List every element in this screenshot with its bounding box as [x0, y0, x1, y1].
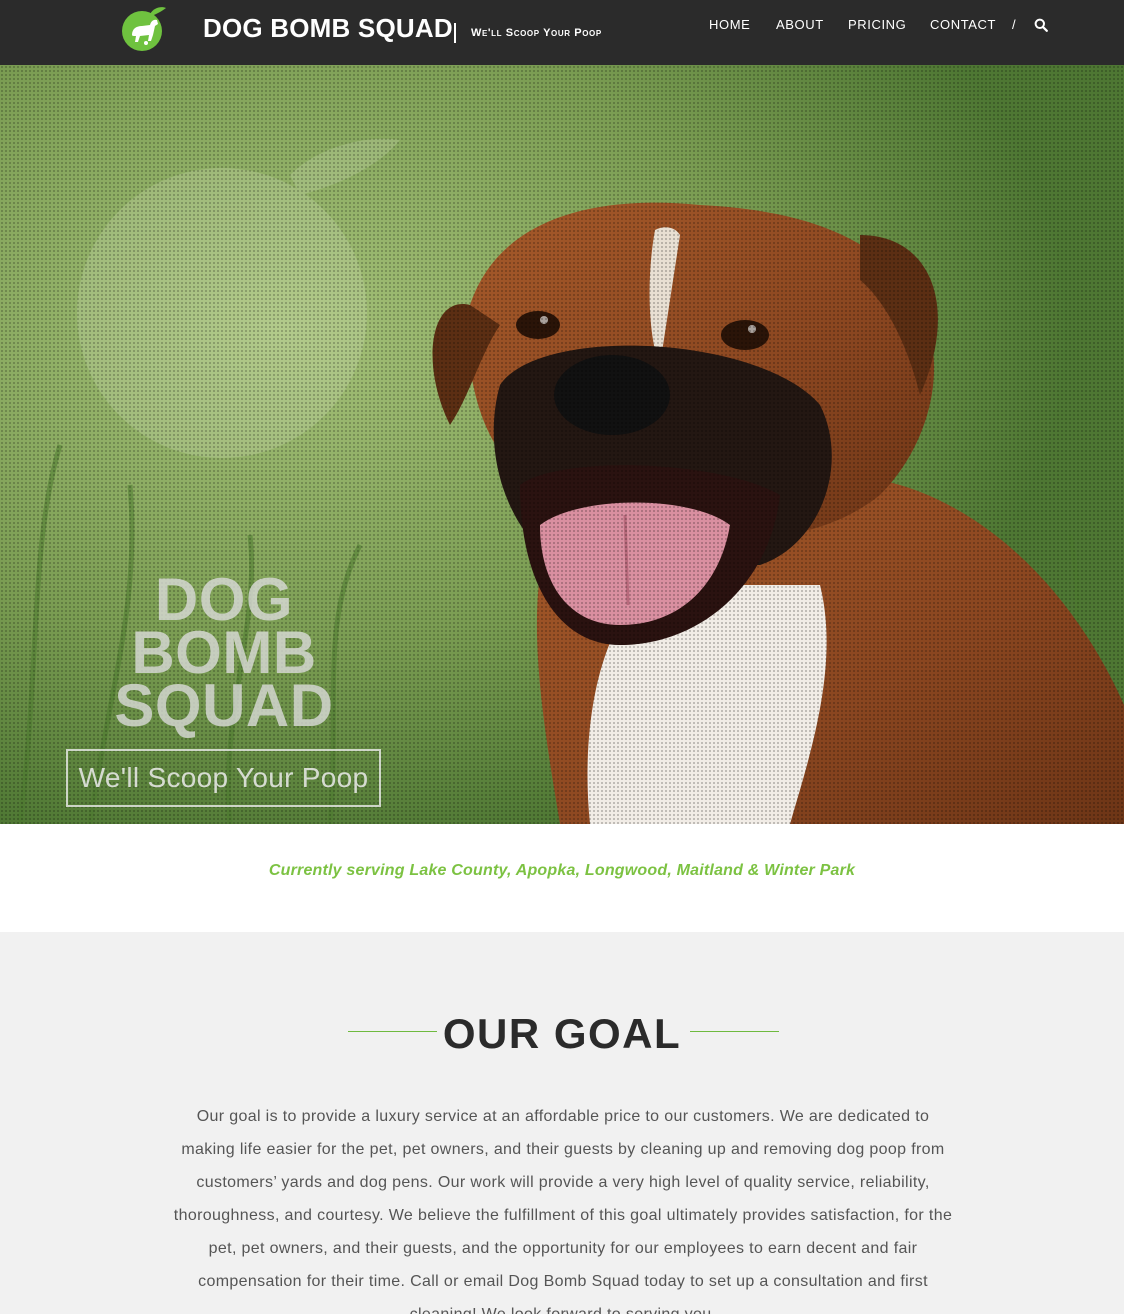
- nav-separator: /: [1012, 17, 1016, 32]
- goal-title-rule-right: [690, 1031, 779, 1032]
- goal-body-text: Our goal is to provide a luxury service …: [173, 1108, 953, 1314]
- service-area-section: Currently serving Lake County, Apopka, L…: [0, 824, 1124, 932]
- hero-title: DOG BOMB SQUAD: [96, 570, 352, 739]
- hero-cta-button[interactable]: We'll Scoop Your Poop: [66, 749, 381, 807]
- brand-divider: [454, 23, 456, 43]
- dog-apple-logo-icon[interactable]: [120, 5, 168, 51]
- search-icon[interactable]: [1034, 18, 1048, 32]
- brand-tagline: We'll Scoop Your Poop: [471, 27, 602, 39]
- nav-contact-link[interactable]: CONTACT: [930, 17, 996, 32]
- hero-banner: DOG BOMB SQUAD We'll Scoop Your Poop: [0, 65, 1124, 824]
- site-header: DOG BOMB SQUAD We'll Scoop Your Poop HOM…: [0, 0, 1124, 65]
- service-area-text: Currently serving Lake County, Apopka, L…: [268, 862, 856, 879]
- brand-name[interactable]: DOG BOMB SQUAD: [203, 13, 453, 44]
- nav-pricing-link[interactable]: PRICING: [848, 17, 906, 32]
- hero-title-line-3: SQUAD: [114, 672, 334, 739]
- goal-title: OUR GOAL: [442, 1010, 682, 1057]
- our-goal-section: OUR GOAL Our goal is to provide a luxury…: [0, 932, 1124, 1314]
- nav-about-link[interactable]: ABOUT: [776, 17, 824, 32]
- nav-home-link[interactable]: HOME: [709, 17, 750, 32]
